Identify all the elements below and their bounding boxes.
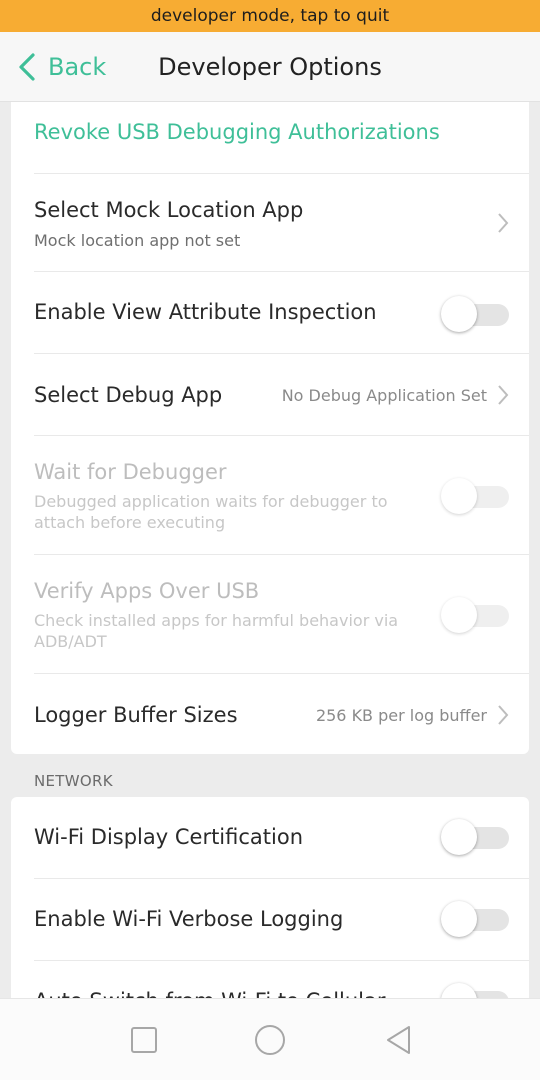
view-attribute-inspection-toggle[interactable] (441, 296, 509, 332)
back-button[interactable]: Back (16, 46, 106, 88)
wait-for-debugger-row: Wait for Debugger Debugged application w… (11, 436, 529, 555)
wifi-display-certification-title: Wi-Fi Display Certification (34, 825, 304, 849)
wait-for-debugger-toggle (441, 478, 509, 514)
wifi-display-certification-toggle[interactable] (441, 819, 509, 855)
chevron-right-icon (498, 705, 509, 725)
toggle-knob (441, 901, 477, 937)
home-circle-icon[interactable] (253, 1023, 287, 1057)
screen: developer mode, tap to quit Developer Op… (0, 0, 540, 1080)
debug-app-title: Select Debug App (34, 383, 223, 407)
revoke-usb-authorizations-link[interactable]: Revoke USB Debugging Authorizations (34, 120, 440, 144)
verify-apps-usb-toggle (441, 597, 509, 633)
chevron-right-icon (498, 385, 509, 405)
logger-buffer-title: Logger Buffer Sizes (34, 703, 238, 727)
revoke-usb-authorizations-row[interactable]: Revoke USB Debugging Authorizations (11, 102, 529, 174)
mock-location-subtitle: Mock location app not set (34, 231, 241, 250)
logger-buffer-value: 256 KB per log buffer (315, 706, 487, 725)
wifi-verbose-logging-toggle[interactable] (441, 901, 509, 937)
wait-for-debugger-subtitle: Debugged application waits for debugger … (34, 492, 388, 532)
view-attribute-inspection-title: Enable View Attribute Inspection (34, 300, 377, 324)
chevron-left-icon (16, 52, 38, 82)
toggle-knob (441, 478, 477, 514)
chevron-right-icon (498, 213, 509, 233)
debugging-card: Revoke USB Debugging Authorizations Sele… (11, 102, 529, 754)
toggle-knob (441, 597, 477, 633)
debug-app-value: No Debug Application Set (281, 386, 487, 405)
verify-apps-usb-subtitle: Check installed apps for harmful behavio… (34, 611, 399, 651)
select-mock-location-row[interactable]: Select Mock Location App Mock location a… (11, 174, 529, 272)
header: Developer Options Back (0, 32, 540, 102)
toggle-knob (441, 296, 477, 332)
developer-mode-banner[interactable]: developer mode, tap to quit (0, 0, 540, 32)
recents-square-icon[interactable] (127, 1023, 161, 1057)
navigation-bar (0, 998, 540, 1080)
view-attribute-inspection-row[interactable]: Enable View Attribute Inspection (11, 272, 529, 354)
wifi-display-certification-row[interactable]: Wi-Fi Display Certification (11, 797, 529, 879)
verify-apps-usb-row: Verify Apps Over USB Check installed app… (11, 555, 529, 674)
wifi-verbose-logging-row[interactable]: Enable Wi-Fi Verbose Logging (11, 879, 529, 961)
banner-text: developer mode, tap to quit (150, 6, 390, 26)
back-triangle-icon[interactable] (382, 1023, 416, 1057)
select-debug-app-row[interactable]: Select Debug App No Debug Application Se… (11, 354, 529, 436)
mock-location-title: Select Mock Location App (34, 198, 304, 222)
back-label: Back (48, 53, 107, 81)
toggle-knob (441, 819, 477, 855)
wifi-verbose-logging-title: Enable Wi-Fi Verbose Logging (34, 907, 344, 931)
verify-apps-usb-title: Verify Apps Over USB (34, 579, 260, 603)
network-section-label: NETWORK (34, 772, 113, 790)
wait-for-debugger-title: Wait for Debugger (34, 460, 227, 484)
logger-buffer-sizes-row[interactable]: Logger Buffer Sizes 256 KB per log buffe… (11, 674, 529, 754)
